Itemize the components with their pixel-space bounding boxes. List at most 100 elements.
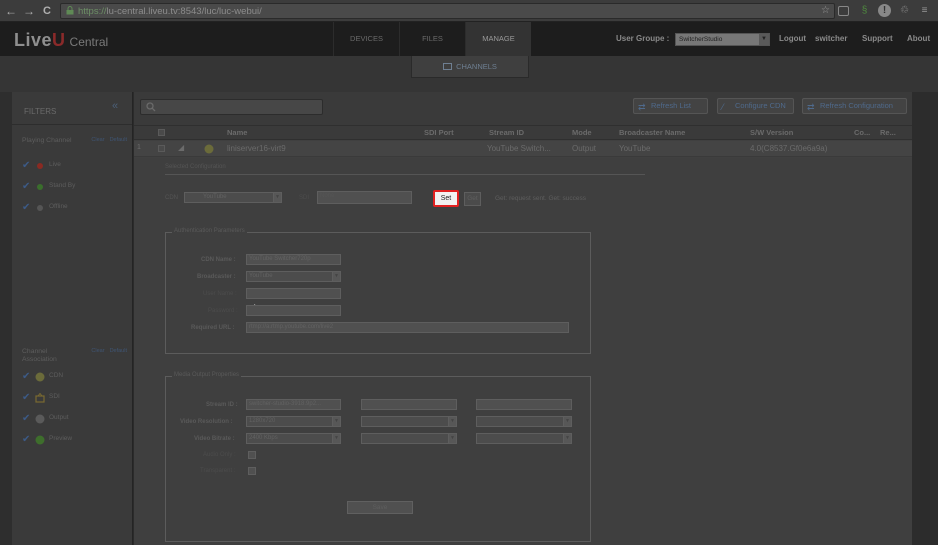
support-link[interactable]: Support [862,22,893,56]
video-resolution-select[interactable]: 1280x720 ▼ [246,416,341,427]
row-stream-id: YouTube Switch... [487,144,551,153]
sdi-input[interactable]: None [317,191,412,204]
lock-icon [66,6,74,15]
set-button[interactable]: Set [433,190,459,207]
select-all-checkbox[interactable] [158,129,165,136]
refresh-configuration-button[interactable]: ⇄ Refresh Configuration [802,98,907,114]
star-icon[interactable]: ☆ [819,4,832,17]
preview-icon [35,435,45,445]
username-label: User Name : [203,291,237,297]
menu-icon[interactable]: ≡ [918,4,931,17]
audio-only-checkbox[interactable] [248,451,256,459]
filter-item-preview[interactable]: ✔ Preview [22,431,127,452]
forward-button[interactable]: → [22,4,36,18]
video-resolution-select-2[interactable]: ▼ [361,416,457,427]
selected-configuration-label: Selected Configuration [165,164,226,170]
filters-title: FILTERS [24,107,57,116]
search-input[interactable] [140,99,323,115]
row-checkbox[interactable] [158,145,165,152]
status-dot-icon [37,205,43,211]
extension-puzzle-icon[interactable]: ♲ [898,4,911,17]
check-icon: ✔ [22,202,31,213]
media-output-properties-group: Media Output Properties Stream ID : swit… [165,372,591,542]
channels-main: ⇄ Refresh List ⁄ Configure CDN ⇄ Refresh Co… [134,92,912,545]
table-row[interactable]: 1 ◢ liniserver16-virt9 YouTube Switch...… [134,141,912,157]
filter-item-cdn[interactable]: ✔ CDN [22,368,127,389]
association-clear-link[interactable]: Clear [91,348,104,354]
tab-channels[interactable]: CHANNELS [411,56,529,78]
col-sdi-port[interactable]: SDI Port [424,128,454,137]
get-button[interactable]: Get [464,192,481,206]
chevron-down-icon: ▼ [563,417,571,426]
refresh-icon: ⇄ [807,102,815,112]
audio-only-label: Audio Only : [203,452,236,458]
check-icon: ✔ [22,371,31,382]
user-group-select[interactable]: SwitcherStudio ▼ [675,33,770,46]
stream-id-field-3[interactable] [476,399,572,410]
tab-files[interactable]: FILES [399,22,465,56]
video-bitrate-select-3[interactable]: ▼ [476,433,572,444]
media-output-legend: Media Output Properties [172,372,242,378]
liveu-logo[interactable]: LiveU Central [14,30,108,50]
playing-clear-link[interactable]: Clear [91,137,104,143]
configure-cdn-button[interactable]: ⁄ Configure CDN [717,98,794,114]
row-name: liniserver16-virt9 [227,144,286,153]
filter-item-live[interactable]: ✔ Live [22,157,127,178]
back-button[interactable]: ← [4,4,18,18]
cdn-name-field[interactable]: YouTube Switcher720p [246,254,341,265]
cdn-select[interactable]: YouTube ▼ [184,192,282,203]
stream-id-field-2[interactable] [361,399,457,410]
broadcaster-select[interactable]: YouTube ▼ [246,271,341,282]
col-sw-version[interactable]: S/W Version [750,128,793,137]
username-field[interactable] [246,288,341,299]
reload-button[interactable]: C [40,4,54,18]
col-name[interactable]: Name [227,128,247,137]
filter-item-output[interactable]: ✔ Output [22,410,127,431]
about-link[interactable]: About [907,22,930,56]
stream-id-label: Stream ID : [206,402,238,408]
app-header: LiveU Central DEVICES FILES MANAGE User G… [0,22,938,56]
collapse-icon[interactable]: « [112,100,118,112]
video-bitrate-select[interactable]: 2400 Kbps ▼ [246,433,341,444]
extension-evernote-icon[interactable]: § [858,4,871,17]
video-bitrate-select-2[interactable]: ▼ [361,433,457,444]
check-icon: ✔ [22,160,31,171]
required-url-field[interactable]: rtmp://a.rtmp.youtube.com/live2 [246,322,569,333]
col-broadcaster-name[interactable]: Broadcaster Name [619,128,685,137]
row-sw-version: 4.0(C8537.Gf0e6a9a) [750,144,828,153]
extension-screen-icon[interactable] [838,6,849,16]
sdi-label: SDI [299,195,310,201]
stream-id-field[interactable]: switcher-studio-3918.9p2... [246,399,341,410]
col-mode[interactable]: Mode [572,128,592,137]
association-default-link[interactable]: Default [110,348,127,354]
refresh-icon: ⇄ [638,102,646,112]
extension-info-icon[interactable]: ! [878,4,891,17]
password-field[interactable] [246,305,341,316]
transparent-checkbox[interactable] [248,467,256,475]
row-index: 1 [137,144,141,151]
status-dot-icon [37,163,43,169]
check-icon: ✔ [22,181,31,192]
col-re[interactable]: Re... [880,128,896,137]
video-resolution-select-3[interactable]: ▼ [476,416,572,427]
address-bar[interactable]: https://lu-central.liveu.tv:8543/luc/luc… [60,3,835,19]
expand-icon[interactable]: ◢ [178,143,184,152]
filter-item-offline[interactable]: ✔ Offline [22,199,127,220]
chevron-down-icon: ▼ [448,434,456,443]
username: switcher [815,34,848,43]
save-button[interactable]: Save [347,501,413,514]
chevron-down-icon: ▼ [332,417,340,426]
filter-item-sdi[interactable]: ✔ SDI [22,389,127,410]
col-co[interactable]: Co... [854,128,870,137]
cdn-status-icon [204,144,214,154]
channels-icon [443,63,453,71]
filter-item-standby[interactable]: ✔ Stand By [22,178,127,199]
tab-devices[interactable]: DEVICES [333,22,399,56]
required-url-label: Required URL : [191,325,235,331]
logout-link[interactable]: Logout [779,22,806,56]
check-icon: ✔ [22,434,31,445]
playing-default-link[interactable]: Default [110,137,127,143]
tab-manage[interactable]: MANAGE [465,22,531,56]
col-stream-id[interactable]: Stream ID [489,128,524,137]
refresh-list-button[interactable]: ⇄ Refresh List [633,98,708,114]
